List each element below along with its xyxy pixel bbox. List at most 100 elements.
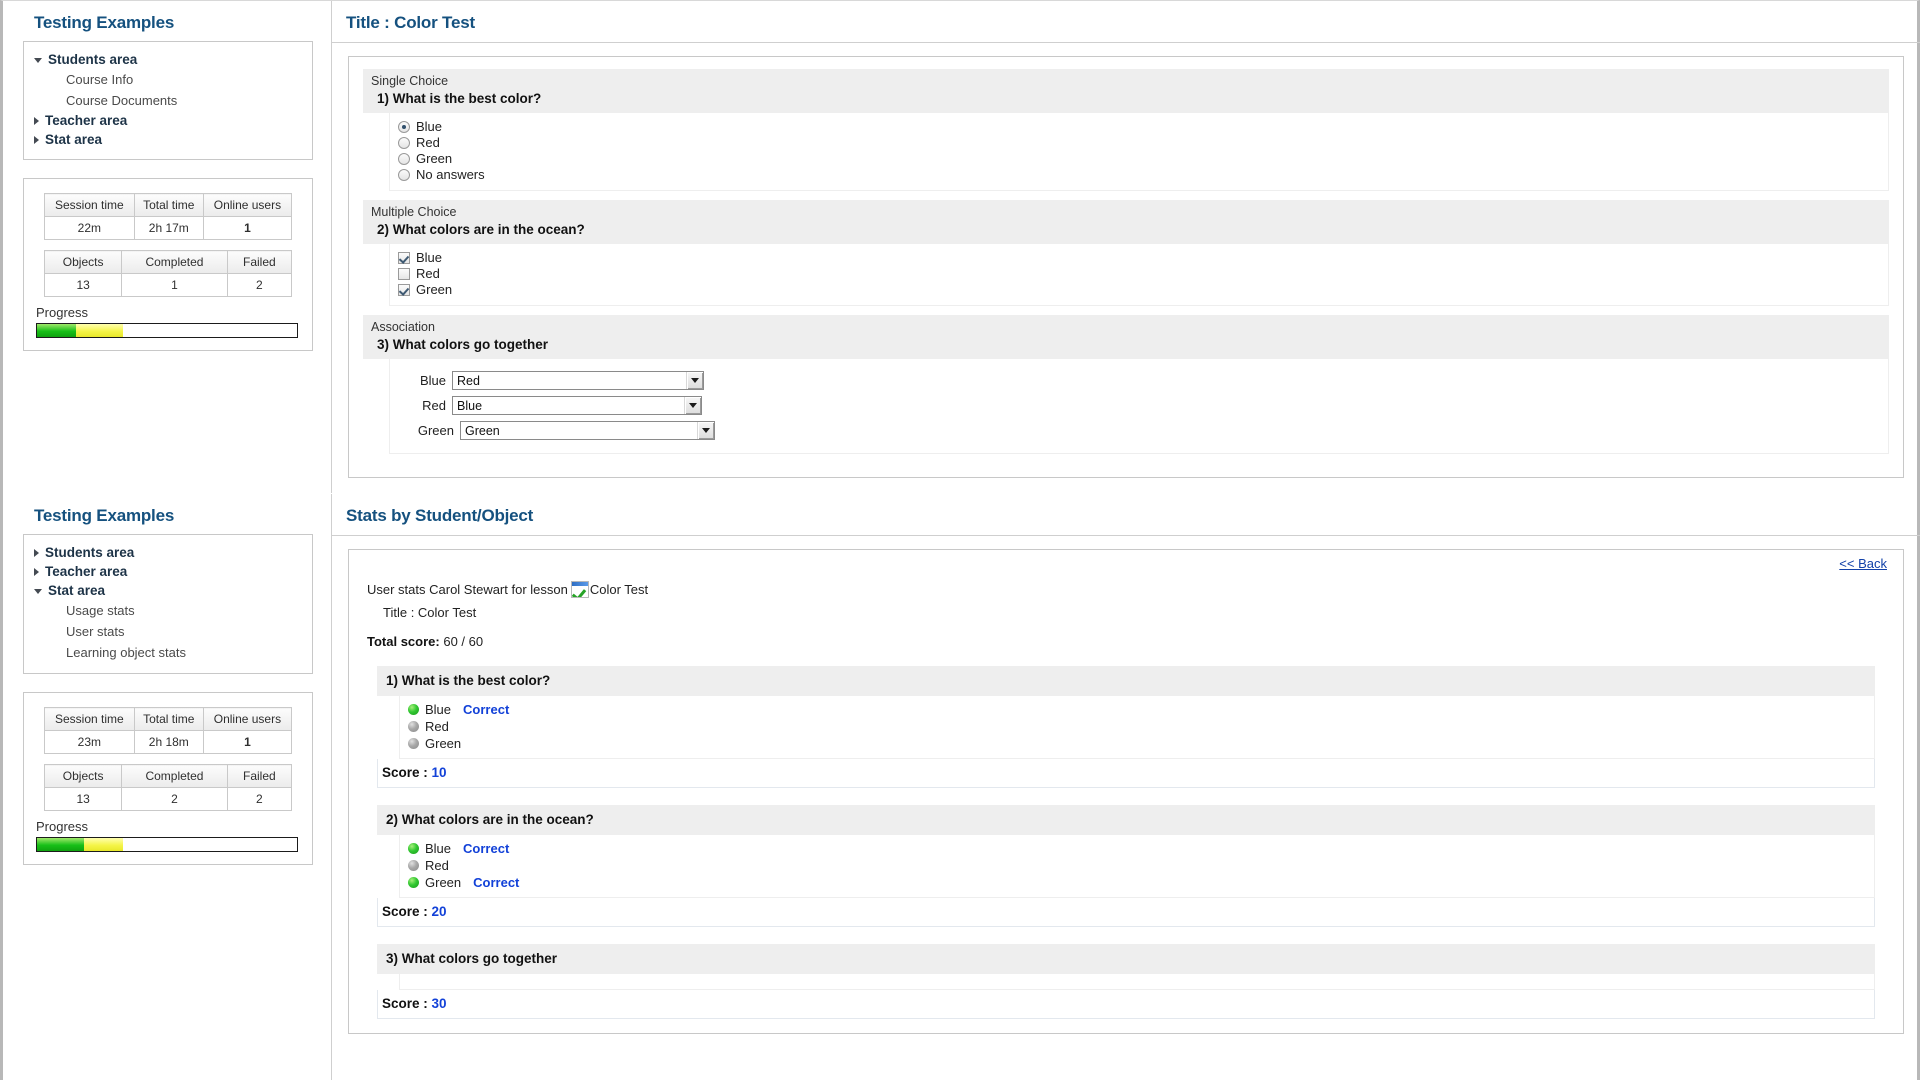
result-option-blue: Blue Correct <box>408 840 1866 857</box>
sidebar-bottom-stats: Session time Total time Online users 23m… <box>23 692 313 865</box>
radio-icon[interactable] <box>398 153 410 165</box>
sidebar-item-course-info[interactable]: Course Info <box>24 69 312 90</box>
option-label: Red <box>425 719 449 734</box>
question-text: 2) What colors are in the ocean? <box>371 222 1881 237</box>
radio-icon[interactable] <box>398 137 410 149</box>
status-dot-gray-icon <box>408 738 419 749</box>
progress-bar <box>36 323 298 338</box>
lesson-title-line: Title : Color Test <box>361 598 1891 620</box>
assoc-label: Blue <box>416 373 446 388</box>
status-dot-gray-icon <box>408 860 419 871</box>
status-dot-green-icon <box>408 843 419 854</box>
sidebar-item-stat-area[interactable]: Stat area <box>24 130 312 149</box>
correct-badge: Correct <box>473 875 519 890</box>
chevron-down-icon[interactable] <box>697 422 714 439</box>
correct-badge: Correct <box>463 841 509 856</box>
result-options: Blue Correct Red Green Correct <box>399 835 1875 898</box>
option-label: Green <box>425 875 461 890</box>
sidebar-item-course-documents[interactable]: Course Documents <box>24 90 312 111</box>
progress-segment-green <box>37 324 76 337</box>
checkbox-option-red[interactable]: Red <box>398 266 1880 282</box>
val-session-time: 22m <box>45 217 135 240</box>
result-option-green: Green <box>408 735 1866 752</box>
option-label: Blue <box>416 120 442 134</box>
radio-option-red[interactable]: Red <box>398 135 1880 151</box>
chevron-down-icon <box>34 589 42 594</box>
chevron-down-icon <box>34 58 42 63</box>
lesson-check-icon <box>571 581 589 598</box>
section-title: Stats by Student/Object <box>332 494 1920 536</box>
sidebar-item-usage-stats[interactable]: Usage stats <box>24 600 312 621</box>
sidebar-item-label: Teacher area <box>45 113 127 128</box>
radio-icon[interactable] <box>398 121 410 133</box>
checkbox-icon[interactable] <box>398 284 410 296</box>
progress-label: Progress <box>36 305 302 320</box>
back-link[interactable]: << Back <box>1839 556 1887 571</box>
question-type-label: Association <box>371 320 1881 334</box>
checkbox-option-blue[interactable]: Blue <box>398 250 1880 266</box>
score-label: Score : <box>382 904 432 919</box>
sidebar-item-learning-object-stats[interactable]: Learning object stats <box>24 642 312 663</box>
table-row: 23m 2h 18m 1 <box>45 731 292 754</box>
select-value: Blue <box>453 397 684 414</box>
val-online-users: 1 <box>203 731 291 754</box>
radio-icon[interactable] <box>398 169 410 181</box>
sidebar-item-label: Students area <box>45 545 134 560</box>
chevron-down-icon[interactable] <box>686 372 703 389</box>
checkbox-option-green[interactable]: Green <box>398 282 1880 298</box>
score-value: 30 <box>432 996 447 1011</box>
question-block-1: Single Choice 1) What is the best color?… <box>363 69 1889 191</box>
val-session-time: 23m <box>45 731 135 754</box>
sidebar-top-menu: Students area Course Info Course Documen… <box>23 41 313 160</box>
radio-option-green[interactable]: Green <box>398 151 1880 167</box>
total-score-label: Total score: <box>367 634 440 649</box>
val-online-users: 1 <box>203 217 291 240</box>
option-label: Red <box>416 136 440 150</box>
user-stats-line: User stats Carol Stewart for lesson Colo… <box>361 575 1891 598</box>
checkbox-icon[interactable] <box>398 268 410 280</box>
result-question: 1) What is the best color? <box>377 666 1875 696</box>
assoc-select-green[interactable]: Green <box>460 421 715 440</box>
table-row: 13 1 2 <box>45 274 292 297</box>
option-label: Green <box>416 152 452 166</box>
radio-option-blue[interactable]: Blue <box>398 119 1880 135</box>
progress-label: Progress <box>36 819 302 834</box>
result-block-1: 1) What is the best color? Blue Correct … <box>377 666 1875 788</box>
sidebar-item-teacher-area[interactable]: Teacher area <box>24 111 312 130</box>
checkbox-icon[interactable] <box>398 252 410 264</box>
assoc-select-blue[interactable]: Red <box>452 371 704 390</box>
objects-table: Objects Completed Failed 13 1 2 <box>44 250 292 297</box>
radio-option-no-answers[interactable]: No answers <box>398 167 1880 183</box>
table-row: 22m 2h 17m 1 <box>45 217 292 240</box>
lesson-name: Color Test <box>590 582 648 597</box>
total-score-value: 60 / 60 <box>443 634 483 649</box>
val-completed: 2 <box>122 788 227 811</box>
assoc-select-red[interactable]: Blue <box>452 396 702 415</box>
question-options: Blue Red Green No answers <box>389 113 1889 191</box>
score-value: 20 <box>432 904 447 919</box>
sidebar-bottom: Testing Examples Students area Teacher a… <box>3 494 331 865</box>
option-label: Blue <box>425 841 451 856</box>
val-objects: 13 <box>45 274 122 297</box>
sidebar-item-students-area[interactable]: Students area <box>24 50 312 69</box>
session-time-table: Session time Total time Online users 22m… <box>44 193 292 240</box>
question-type-label: Single Choice <box>371 74 1881 88</box>
chevron-down-icon[interactable] <box>684 397 701 414</box>
result-option-green: Green Correct <box>408 874 1866 891</box>
sidebar-item-user-stats[interactable]: User stats <box>24 621 312 642</box>
val-failed: 2 <box>227 274 291 297</box>
result-options <box>399 974 1875 990</box>
option-label: Red <box>416 267 440 281</box>
result-option-blue: Blue Correct <box>408 701 1866 718</box>
option-label: Green <box>416 283 452 297</box>
sidebar-item-students-area[interactable]: Students area <box>24 543 312 562</box>
score-label: Score : <box>382 996 432 1011</box>
progress-bar <box>36 837 298 852</box>
correct-badge: Correct <box>463 702 509 717</box>
option-label: Red <box>425 858 449 873</box>
val-objects: 13 <box>45 788 122 811</box>
sidebar-item-teacher-area[interactable]: Teacher area <box>24 562 312 581</box>
option-label: No answers <box>416 168 485 182</box>
sidebar-item-stat-area[interactable]: Stat area <box>24 581 312 600</box>
table-row: 13 2 2 <box>45 788 292 811</box>
